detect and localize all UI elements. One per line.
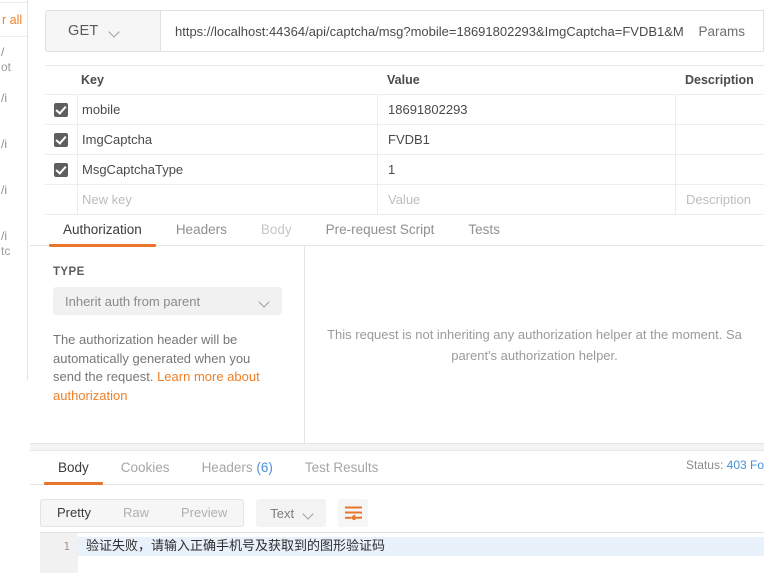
- view-mode-preview[interactable]: Preview: [165, 500, 243, 526]
- param-value-input[interactable]: FVDB1: [388, 132, 430, 147]
- response-body-viewer[interactable]: 1 验证失败，请输入正确手机号及获取到的图形验证码: [40, 532, 764, 573]
- auth-inherit-message-line1: This request is not inheriting any autho…: [327, 326, 742, 342]
- tab-headers[interactable]: Headers: [159, 218, 244, 246]
- response-tab-body[interactable]: Body: [42, 455, 105, 485]
- param-key-input[interactable]: ImgCaptcha: [82, 132, 152, 147]
- response-format-select[interactable]: Text: [256, 499, 327, 527]
- postman-window: r all / ot /i /i /i /i tc GET https://lo…: [0, 0, 764, 573]
- chevron-down-icon: [304, 510, 315, 517]
- request-url-bar: GET https://localhost:44364/api/captcha/…: [45, 10, 764, 52]
- sidebar-history-item[interactable]: /i: [0, 129, 27, 175]
- table-new-row: New key Value Description: [45, 185, 764, 215]
- auth-type-value: Inherit auth from parent: [65, 293, 201, 309]
- sidebar-history-item[interactable]: /i: [0, 175, 27, 221]
- tab-pre-request-script[interactable]: Pre-request Script: [309, 218, 452, 246]
- param-enabled-checkbox[interactable]: [54, 162, 68, 177]
- response-tab-cookies[interactable]: Cookies: [105, 455, 186, 484]
- http-method-label: GET: [68, 23, 99, 39]
- auth-type-section: TYPE Inherit auth from parent The author…: [30, 246, 305, 443]
- chevron-down-icon: [110, 28, 121, 35]
- tab-tests[interactable]: Tests: [451, 218, 517, 246]
- view-mode-pretty[interactable]: Pretty: [41, 500, 107, 526]
- param-enabled-checkbox[interactable]: [54, 102, 68, 117]
- sidebar-history-item-line1: /i: [1, 229, 7, 243]
- sidebar-clear-all-link[interactable]: r all: [0, 3, 27, 37]
- response-divider: [30, 443, 764, 451]
- sidebar: r all / ot /i /i /i /i tc: [0, 0, 28, 380]
- wrap-lines-button[interactable]: [338, 499, 369, 527]
- sidebar-history-item-line2: ot: [1, 60, 12, 74]
- response-tab-test-results[interactable]: Test Results: [289, 455, 395, 484]
- table-row: MsgCaptchaType 1: [45, 155, 764, 185]
- table-header-row: Key Value Description: [45, 66, 764, 95]
- response-headers-count-badge: (6): [256, 460, 273, 475]
- query-params-table: Key Value Description mobile 18691802293…: [45, 65, 764, 215]
- param-enabled-checkbox[interactable]: [54, 132, 68, 147]
- auth-type-select[interactable]: Inherit auth from parent: [53, 287, 282, 315]
- sidebar-history-item-line1: /i: [1, 137, 7, 151]
- line-number-gutter: 1: [40, 533, 78, 573]
- auth-help-text: The authorization header will be automat…: [53, 331, 282, 405]
- tab-authorization[interactable]: Authorization: [46, 218, 159, 247]
- auth-type-label: TYPE: [53, 266, 85, 278]
- tab-body[interactable]: Body: [244, 218, 309, 246]
- url-input[interactable]: https://localhost:44364/api/captcha/msg?…: [160, 10, 700, 52]
- word-wrap-icon: [344, 506, 362, 520]
- status-label: Status:: [685, 458, 724, 472]
- sidebar-history-item-line2: tc: [1, 244, 11, 258]
- view-mode-raw[interactable]: Raw: [107, 500, 165, 526]
- sidebar-history-item-line1: /: [1, 45, 5, 59]
- line-number: 1: [63, 540, 70, 553]
- column-header-description: Description: [685, 73, 754, 87]
- sidebar-history-item-line1: /i: [1, 91, 7, 105]
- column-header-value: Value: [387, 73, 420, 87]
- params-button[interactable]: Params: [684, 10, 764, 52]
- response-body-line: 验证失败，请输入正确手机号及获取到的图形验证码: [78, 537, 764, 556]
- new-param-value-input[interactable]: Value: [388, 192, 420, 207]
- table-row: mobile 18691802293: [45, 95, 764, 125]
- new-param-key-input[interactable]: New key: [82, 192, 132, 207]
- response-tabs: Body Cookies Headers (6) Test Results: [30, 455, 764, 485]
- chevron-down-icon: [260, 298, 271, 305]
- http-method-selector[interactable]: GET: [45, 10, 160, 52]
- request-tabs: Authorization Headers Body Pre-request S…: [30, 218, 764, 247]
- sidebar-history-item[interactable]: / ot: [0, 37, 27, 83]
- table-row: ImgCaptcha FVDB1: [45, 125, 764, 155]
- response-tab-test-results-label: Test Results: [304, 460, 379, 475]
- column-header-key: Key: [81, 73, 104, 87]
- param-key-input[interactable]: MsgCaptchaType: [82, 162, 183, 177]
- response-tab-headers-label: Headers: [201, 460, 253, 475]
- sidebar-history-item[interactable]: /i: [0, 83, 27, 129]
- param-key-input[interactable]: mobile: [82, 102, 120, 117]
- new-param-description-input[interactable]: Description: [686, 192, 751, 207]
- sidebar-history-item[interactable]: /i tc: [0, 221, 27, 267]
- auth-inherit-message-line2: parent's authorization helper.: [451, 347, 618, 363]
- status-badge[interactable]: 403 Fo: [727, 458, 764, 472]
- param-value-input[interactable]: 1: [388, 162, 395, 177]
- response-format-value: Text: [270, 505, 295, 521]
- auth-inherit-message: This request is not inheriting any autho…: [305, 246, 764, 443]
- response-tab-cookies-label: Cookies: [120, 460, 170, 475]
- response-view-mode-group: Pretty Raw Preview: [40, 499, 245, 527]
- response-status: Status: 403 Fo: [686, 458, 764, 472]
- authorization-panel: TYPE Inherit auth from parent The author…: [30, 246, 764, 443]
- response-tab-headers[interactable]: Headers (6): [186, 455, 289, 484]
- response-tab-body-label: Body: [58, 460, 89, 475]
- param-value-input[interactable]: 18691802293: [388, 102, 468, 117]
- response-toolbar: Pretty Raw Preview Text: [40, 498, 369, 528]
- sidebar-history-list: / ot /i /i /i /i tc: [0, 37, 27, 267]
- sidebar-history-item-line1: /i: [1, 183, 7, 197]
- response-body-code[interactable]: 验证失败，请输入正确手机号及获取到的图形验证码: [78, 533, 764, 573]
